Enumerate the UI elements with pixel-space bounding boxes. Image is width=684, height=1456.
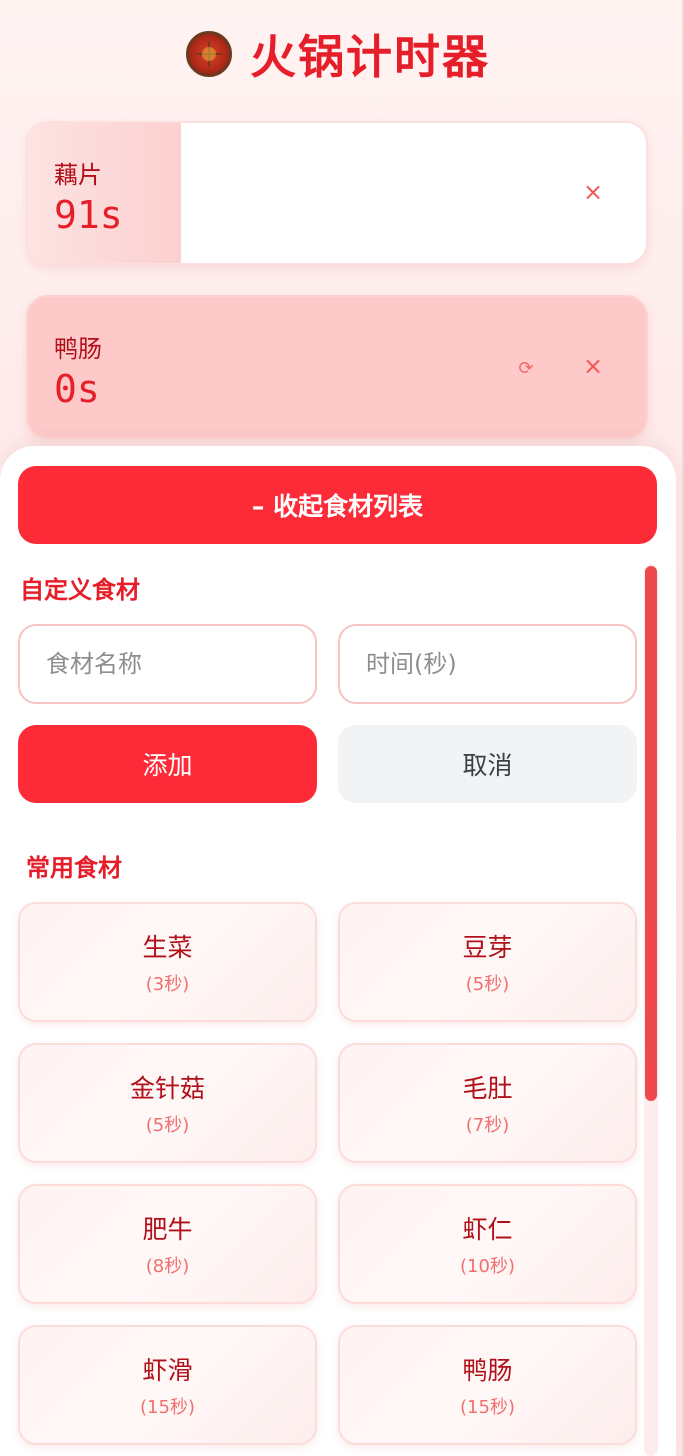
- ingredient-name-input[interactable]: [18, 624, 317, 704]
- timer-remaining: 0s: [54, 367, 100, 411]
- ingredient-sheet: – 收起食材列表 自定义食材 添加 取消 常用食材 生菜 (3秒) 豆芽 (5秒…: [0, 446, 676, 1456]
- food-item-duck-intestine[interactable]: 鸭肠 (15秒): [338, 1325, 637, 1445]
- food-item-shrimp[interactable]: 虾仁 (10秒): [338, 1184, 637, 1304]
- food-item-beef[interactable]: 肥牛 (8秒): [18, 1184, 317, 1304]
- food-time: (5秒): [145, 1115, 190, 1136]
- food-time: (7秒): [465, 1115, 510, 1136]
- food-item-lettuce[interactable]: 生菜 (3秒): [18, 902, 317, 1022]
- timer-name: 鸭肠: [54, 335, 102, 363]
- common-ingredients-title: 常用食材: [26, 854, 122, 882]
- timer-card: 藕片 91s ×: [26, 121, 648, 265]
- ingredient-time-input[interactable]: [338, 624, 637, 704]
- food-name: 鸭肠: [462, 1356, 513, 1385]
- food-name: 金针菇: [129, 1074, 205, 1103]
- food-item-bean-sprouts[interactable]: 豆芽 (5秒): [338, 902, 637, 1022]
- food-item-enoki[interactable]: 金针菇 (5秒): [18, 1043, 317, 1163]
- close-icon[interactable]: ×: [580, 353, 606, 379]
- food-time: (15秒): [140, 1397, 195, 1418]
- hotpot-icon: [186, 31, 232, 77]
- app-title: 火锅计时器: [250, 30, 490, 84]
- food-name: 毛肚: [462, 1074, 513, 1103]
- food-time: (15秒): [460, 1397, 515, 1418]
- reset-icon[interactable]: ⟳: [514, 357, 538, 381]
- food-name: 生菜: [142, 933, 193, 962]
- timer-remaining: 91s: [54, 193, 123, 237]
- food-item-shrimp-paste[interactable]: 虾滑 (15秒): [18, 1325, 317, 1445]
- food-name: 肥牛: [142, 1215, 193, 1244]
- food-name: 虾滑: [142, 1356, 193, 1385]
- add-button[interactable]: 添加: [18, 725, 317, 803]
- food-item-tripe[interactable]: 毛肚 (7秒): [338, 1043, 637, 1163]
- custom-ingredient-title: 自定义食材: [20, 576, 140, 604]
- app-root: 火锅计时器 藕片 91s × 鸭肠 0s ⟳ × – 收起食材列表 自定义食材 …: [0, 0, 684, 1456]
- cancel-button[interactable]: 取消: [338, 725, 637, 803]
- app-header: 火锅计时器: [0, 22, 676, 86]
- food-name: 虾仁: [462, 1215, 513, 1244]
- timer-card-done: 鸭肠 0s ⟳ ×: [26, 295, 648, 439]
- close-icon[interactable]: ×: [580, 179, 606, 205]
- timer-name: 藕片: [54, 161, 102, 189]
- food-time: (8秒): [145, 1256, 190, 1277]
- scrollbar-thumb[interactable]: [645, 566, 657, 1101]
- food-name: 豆芽: [462, 933, 513, 962]
- food-time: (10秒): [460, 1256, 515, 1277]
- food-time: (3秒): [145, 974, 190, 995]
- food-time: (5秒): [465, 974, 510, 995]
- collapse-list-button[interactable]: – 收起食材列表: [18, 466, 657, 544]
